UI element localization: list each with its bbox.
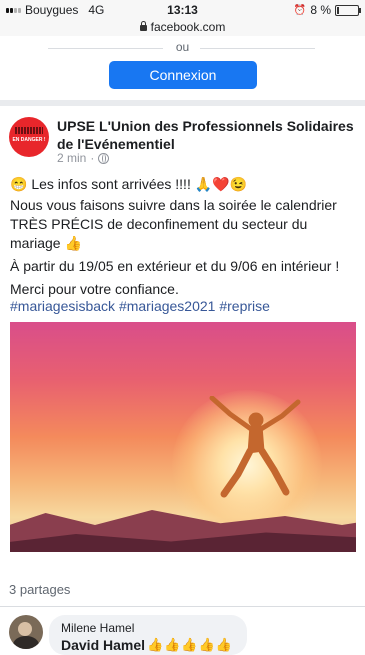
post-meta: 2 min ·: [57, 151, 110, 165]
or-divider: ou: [0, 40, 365, 56]
post-time[interactable]: 2 min: [57, 151, 86, 165]
avatar-text: EN DANGER !: [12, 137, 46, 143]
section-separator: [0, 100, 365, 106]
or-label: ou: [175, 40, 190, 54]
share-count[interactable]: 3 partages: [9, 582, 70, 597]
comment-text[interactable]: David Hamel: [61, 637, 145, 653]
alarm-icon: ⏰: [293, 4, 307, 16]
jumping-person-silhouette: [209, 396, 301, 498]
comments-divider: [0, 606, 365, 607]
post-line-3: À partir du 19/05 en extérieur et du 9/0…: [10, 258, 340, 274]
comment-thumbs-emoji: 👍👍👍👍👍: [147, 637, 233, 652]
post-line-1: 😁 Les infos sont arrivées !!!! 🙏❤️😉: [10, 176, 248, 192]
battery-icon: [335, 4, 361, 16]
post-hashtags[interactable]: #mariagesisback #mariages2021 #reprise: [10, 297, 355, 316]
globe-icon: [98, 152, 110, 164]
comment-bubble: Milene Hamel David Hamel 👍👍👍👍👍: [49, 615, 247, 655]
post-photo[interactable]: [10, 322, 356, 552]
url-text: facebook.com: [150, 20, 226, 34]
page-avatar[interactable]: EN DANGER !: [9, 117, 49, 157]
commenter-avatar[interactable]: [9, 615, 43, 649]
status-bar: Bouygues 4G 13:13 ⏰ 8 %: [0, 0, 365, 20]
page-name-link[interactable]: UPSE L'Union des Professionnels Solidair…: [57, 117, 357, 153]
battery-percent: 8 %: [310, 3, 331, 17]
post-line-2: Nous vous faisons suivre dans la soirée …: [10, 197, 337, 251]
address-bar[interactable]: facebook.com: [0, 20, 365, 36]
comment-author[interactable]: Milene Hamel: [61, 621, 134, 635]
lock-icon: [139, 21, 147, 31]
login-button[interactable]: Connexion: [109, 61, 257, 89]
